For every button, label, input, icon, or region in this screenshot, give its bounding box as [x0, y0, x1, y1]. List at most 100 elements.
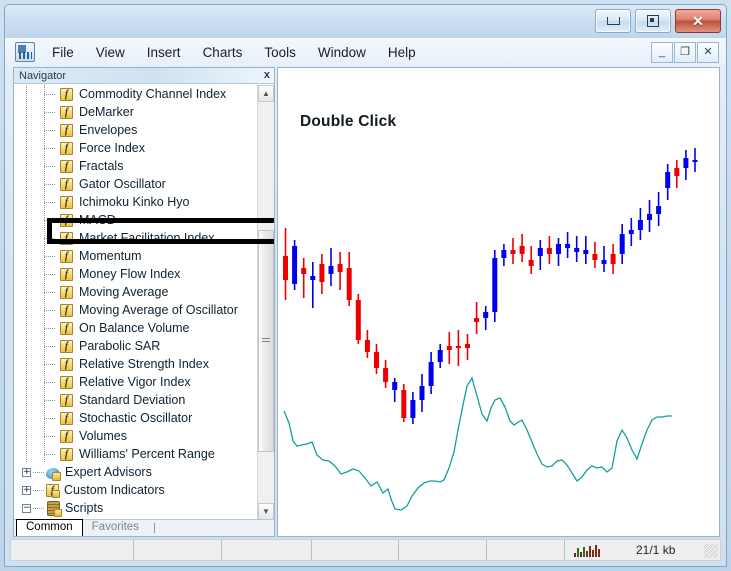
- tree-item-label: Stochastic Oscillator: [79, 411, 193, 425]
- tree-item-ichimoku-kinko-hyo[interactable]: f Ichimoku Kinko Hyo: [14, 193, 252, 211]
- indicator-function-icon: f: [60, 339, 73, 353]
- tree-item-market-facilitation-index[interactable]: f Market Facilitation Index: [14, 229, 252, 247]
- tree-item-label: Relative Vigor Index: [79, 375, 191, 389]
- minimize-button[interactable]: [595, 9, 631, 33]
- tree-indent: [14, 85, 60, 103]
- title-bar: ✕: [5, 5, 726, 38]
- mdi-restore-button[interactable]: ❐: [674, 42, 696, 63]
- tab-favorites[interactable]: Favorites: [83, 520, 148, 536]
- expert-advisors-icon: [46, 467, 61, 481]
- tree-indent: [14, 373, 60, 391]
- tree-root-label: Scripts: [65, 501, 104, 515]
- scripts-icon: [47, 501, 62, 517]
- tree-root-expert-advisors[interactable]: + Expert Advisors: [14, 463, 252, 481]
- menu-item-help[interactable]: Help: [377, 42, 427, 63]
- tree-item-force-index[interactable]: f Force Index: [14, 139, 252, 157]
- menu-item-file[interactable]: File: [41, 42, 85, 63]
- navigator-scrollbar[interactable]: ▲ ▼: [257, 85, 274, 520]
- tree-indent: [14, 445, 60, 463]
- tree-item-volumes[interactable]: f Volumes: [14, 427, 252, 445]
- application-window: ✕ File View Insert Charts Tools Window H…: [0, 0, 731, 571]
- tree-item-stochastic-oscillator[interactable]: f Stochastic Oscillator: [14, 409, 252, 427]
- navigator-title: Navigator: [19, 69, 67, 82]
- tree-item-macd[interactable]: f MACD: [14, 211, 252, 229]
- menu-item-charts[interactable]: Charts: [192, 42, 254, 63]
- tree-connector: [33, 489, 44, 491]
- tree-item-moving-average-of-oscillator[interactable]: f Moving Average of Oscillator: [14, 301, 252, 319]
- indicator-function-icon: f: [60, 429, 73, 443]
- tree-expander-expert-advisors[interactable]: +: [22, 467, 31, 477]
- tree-item-label: Money Flow Index: [79, 267, 181, 281]
- scroll-down-arrow-icon[interactable]: ▼: [258, 503, 274, 520]
- window-controls: ✕: [595, 9, 721, 33]
- tree-indent: [14, 301, 60, 319]
- tree-item-on-balance-volume[interactable]: f On Balance Volume: [14, 319, 252, 337]
- mdi-minimize-button[interactable]: _: [651, 42, 673, 63]
- scroll-up-arrow-icon[interactable]: ▲: [258, 85, 274, 102]
- tree-item-label: Relative Strength Index: [79, 357, 209, 371]
- tree-indent: [14, 175, 60, 193]
- indicator-function-icon: f: [60, 177, 73, 191]
- tree-indent: [14, 283, 60, 301]
- navigator-close-icon[interactable]: x: [264, 69, 270, 82]
- navigator-tree[interactable]: f Commodity Channel Index f DeMarker f Envelo…: [14, 85, 274, 520]
- indicator-function-icon: f: [60, 231, 73, 245]
- chart-pane[interactable]: Double Click: [277, 67, 720, 537]
- indicator-function-icon: f: [60, 411, 73, 425]
- menu-item-window[interactable]: Window: [307, 42, 377, 63]
- tree-root-scripts[interactable]: − Scripts: [14, 499, 252, 517]
- tree-item-commodity-channel-index[interactable]: f Commodity Channel Index: [14, 85, 252, 103]
- menu-item-insert[interactable]: Insert: [136, 42, 192, 63]
- price-chart: [283, 148, 698, 511]
- indicator-function-icon: f: [60, 123, 73, 137]
- network-traffic-icon: [574, 545, 604, 557]
- tree-item-money-flow-index[interactable]: f Money Flow Index: [14, 265, 252, 283]
- indicator-function-icon: f: [60, 447, 73, 461]
- close-icon: ✕: [692, 13, 704, 29]
- tree-item-envelopes[interactable]: f Envelopes: [14, 121, 252, 139]
- status-divider: [311, 540, 312, 560]
- indicator-function-icon: f: [60, 393, 73, 407]
- tree-item-fractals[interactable]: f Fractals: [14, 157, 252, 175]
- tree-item-gator-oscillator[interactable]: f Gator Oscillator: [14, 175, 252, 193]
- navigator-header: Navigator x: [14, 68, 274, 84]
- tree-item-label: Parabolic SAR: [79, 339, 161, 353]
- tree-expander-custom-indicators[interactable]: +: [22, 485, 31, 495]
- tree-item-standard-deviation[interactable]: f Standard Deviation: [14, 391, 252, 409]
- tree-item-label: On Balance Volume: [79, 321, 190, 335]
- tree-item-label: Envelopes: [79, 123, 138, 137]
- tree-item-label: Fractals: [79, 159, 124, 173]
- traffic-text: 21/1 kb: [636, 543, 676, 557]
- mdi-close-button[interactable]: ✕: [697, 42, 719, 63]
- tree-item-label: Force Index: [79, 141, 146, 155]
- resize-grip-icon[interactable]: [704, 544, 718, 558]
- tree-indent: [14, 319, 60, 337]
- indicator-function-icon: f: [60, 87, 73, 101]
- tree-item-label: Ichimoku Kinko Hyo: [79, 195, 190, 209]
- tab-common[interactable]: Common: [16, 519, 83, 536]
- tree-expander-scripts[interactable]: −: [22, 503, 31, 513]
- tree-item-parabolic-sar[interactable]: f Parabolic SAR: [14, 337, 252, 355]
- double-click-annotation: Double Click: [300, 113, 397, 130]
- navigator-tabs: Common Favorites: [14, 519, 274, 536]
- scrollbar-thumb[interactable]: [258, 230, 274, 452]
- maximize-button[interactable]: [635, 9, 671, 33]
- tree-item-label: DeMarker: [79, 105, 134, 119]
- tree-item-demarker[interactable]: f DeMarker: [14, 103, 252, 121]
- menu-item-view[interactable]: View: [85, 42, 136, 63]
- menu-item-tools[interactable]: Tools: [253, 42, 307, 63]
- minimize-icon: [606, 17, 620, 25]
- tree-item-label: Gator Oscillator: [79, 177, 166, 191]
- tree-item-williams-percent-range[interactable]: f Williams' Percent Range: [14, 445, 252, 463]
- tree-root-label: Custom Indicators: [64, 483, 165, 497]
- tree-item-label: Moving Average of Oscillator: [79, 303, 238, 317]
- custom-indicators-icon: f: [46, 484, 60, 498]
- tree-item-relative-vigor-index[interactable]: f Relative Vigor Index: [14, 373, 252, 391]
- tree-root-custom-indicators[interactable]: + f Custom Indicators: [14, 481, 252, 499]
- tree-item-momentum[interactable]: f Momentum: [14, 247, 252, 265]
- close-button[interactable]: ✕: [675, 9, 721, 33]
- status-divider: [486, 540, 487, 560]
- tree-item-moving-average[interactable]: f Moving Average: [14, 283, 252, 301]
- tree-item-relative-strength-index[interactable]: f Relative Strength Index: [14, 355, 252, 373]
- status-bar: 21/1 kb: [10, 539, 721, 561]
